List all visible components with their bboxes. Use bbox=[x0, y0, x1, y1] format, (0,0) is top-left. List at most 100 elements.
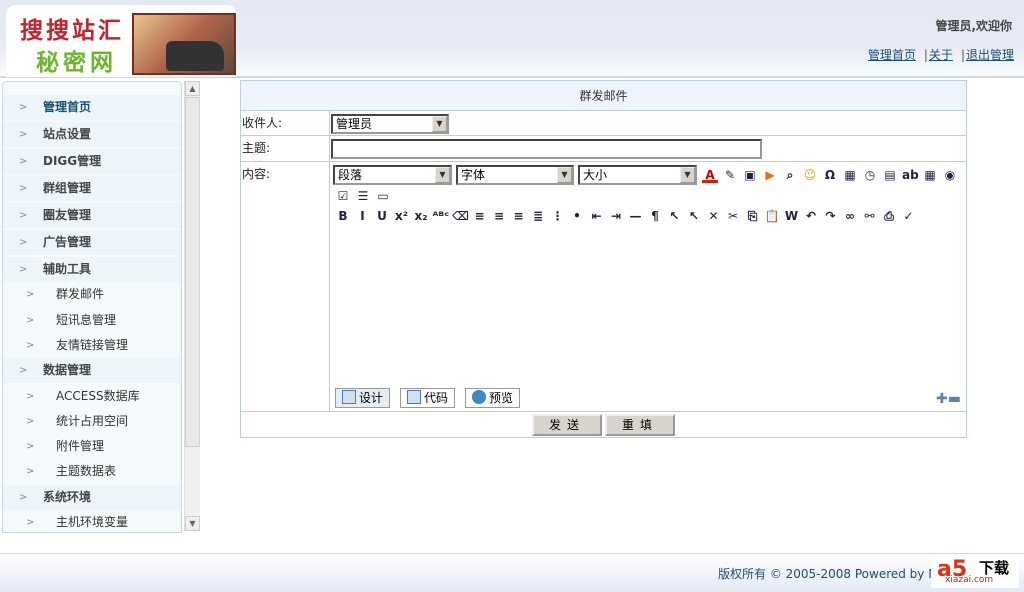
paste-word-icon[interactable]: W bbox=[784, 208, 800, 224]
sidebar-item[interactable]: > 主题数据表 bbox=[3, 459, 181, 484]
special-char-icon[interactable]: Ω bbox=[822, 167, 838, 183]
clean-icon[interactable]: ✓ bbox=[901, 208, 917, 224]
sidebar-item[interactable]: > DIGG管理 bbox=[3, 149, 181, 174]
reset-button[interactable]: 重填 bbox=[605, 414, 675, 436]
sidebar-item[interactable]: > 短讯息管理 bbox=[3, 308, 181, 333]
sidebar-item[interactable]: > 管理首页 bbox=[3, 95, 181, 120]
sidebar-scrollbar[interactable]: ▲ ▼ bbox=[184, 81, 200, 531]
sidebar-item[interactable]: > 圈友管理 bbox=[3, 203, 181, 228]
tab-code[interactable]: 代码 bbox=[400, 388, 456, 408]
undo-icon[interactable]: ↶ bbox=[803, 208, 819, 224]
sidebar-item[interactable]: > ACCESS数据库 bbox=[3, 384, 181, 409]
send-button[interactable]: 发送 bbox=[532, 414, 602, 436]
sidebar-item-label: 系统环境 bbox=[43, 489, 92, 504]
link-admin-home[interactable]: 管理首页 bbox=[868, 48, 916, 62]
format-select[interactable]: 段落 ▼ bbox=[333, 165, 452, 185]
sidebar-item[interactable]: > 群发邮件 bbox=[3, 282, 181, 307]
content-label: 内容: bbox=[242, 167, 271, 181]
sidebar-item[interactable]: > 辅助工具 bbox=[3, 257, 181, 282]
find-icon[interactable]: ⌕ bbox=[782, 167, 798, 183]
scroll-thumb[interactable] bbox=[185, 97, 200, 447]
date-icon[interactable]: ▦ bbox=[842, 167, 858, 183]
eraser-icon[interactable]: ⌫ bbox=[452, 208, 469, 224]
sidebar-item-label: 附件管理 bbox=[56, 439, 105, 454]
delete-icon[interactable]: ✕ bbox=[706, 208, 722, 224]
ordered-list-icon[interactable]: ⋮ bbox=[550, 208, 566, 224]
button-icon[interactable]: ▭ bbox=[375, 188, 391, 204]
sidebar-item[interactable]: > 数据管理 bbox=[3, 358, 181, 384]
outdent-icon[interactable]: ⇤ bbox=[589, 208, 605, 224]
select-plus-icon[interactable]: ↖ bbox=[667, 208, 683, 224]
unlink-icon[interactable]: ⚯ bbox=[862, 208, 878, 224]
indent-icon[interactable]: ⇥ bbox=[608, 208, 624, 224]
font-select[interactable]: 字体 ▼ bbox=[456, 165, 574, 185]
select-minus-icon[interactable]: ↖ bbox=[686, 208, 702, 224]
sidebar-item-label: 圈友管理 bbox=[43, 208, 92, 222]
recipient-select[interactable]: 管理员 ▼ bbox=[331, 114, 449, 134]
paste-icon[interactable]: 📋 bbox=[764, 208, 780, 224]
chevron-right-icon: > bbox=[26, 289, 35, 301]
horizontal-rule-icon[interactable]: — bbox=[628, 208, 644, 224]
tab-preview[interactable]: 预览 bbox=[465, 388, 521, 408]
chevron-right-icon: > bbox=[19, 156, 28, 167]
copy-icon[interactable]: ⎘ bbox=[745, 208, 761, 224]
time-icon[interactable]: ◷ bbox=[862, 167, 878, 183]
sidebar-item-label: 群发邮件 bbox=[56, 287, 105, 302]
unordered-list-icon[interactable]: • bbox=[569, 208, 585, 224]
link-icon[interactable]: ∞ bbox=[842, 208, 858, 224]
print-icon[interactable]: ⎙ bbox=[881, 208, 897, 224]
checkbox-icon[interactable]: ☑ bbox=[335, 188, 351, 204]
tab-design[interactable]: 设计 bbox=[335, 388, 391, 408]
sidebar-item-label: 群组管理 bbox=[43, 181, 92, 195]
font-color-icon[interactable]: A bbox=[702, 167, 718, 183]
align-left-icon[interactable]: ≡ bbox=[472, 208, 488, 224]
media-icon[interactable]: ▶ bbox=[762, 167, 778, 183]
site-logo[interactable]: 搜搜站汇 秘密网 bbox=[6, 5, 237, 77]
editor-mode-tabs: 设计 代码 预览 bbox=[335, 388, 535, 408]
scroll-up-button[interactable]: ▲ bbox=[185, 81, 200, 96]
chevron-down-icon: ▼ bbox=[557, 167, 572, 183]
scroll-down-button[interactable]: ▼ bbox=[185, 516, 200, 531]
sidebar-item[interactable]: > 站点设置 bbox=[3, 122, 181, 147]
textfield-icon[interactable]: ab bbox=[902, 167, 919, 183]
link-logout[interactable]: 退出管理 bbox=[966, 48, 1014, 62]
welcome-text: 管理员,欢迎你 bbox=[935, 19, 1012, 33]
sidebar-item[interactable]: > 广告管理 bbox=[3, 230, 181, 255]
size-value: 大小 bbox=[583, 168, 608, 182]
chevron-right-icon: > bbox=[26, 314, 35, 326]
table-icon[interactable]: ▦ bbox=[922, 167, 938, 183]
italic-icon[interactable]: I bbox=[355, 208, 371, 224]
sidebar-item[interactable]: > 群组管理 bbox=[3, 176, 181, 201]
spellcheck-icon[interactable]: ᴬᴮᶜ bbox=[433, 208, 450, 224]
underline-icon[interactable]: U bbox=[374, 208, 390, 224]
expand-plus-icon[interactable]: ✚ bbox=[936, 391, 948, 407]
sidebar-item[interactable]: > 系统环境 bbox=[3, 484, 181, 510]
align-center-icon[interactable]: ≡ bbox=[491, 208, 507, 224]
superscript-icon[interactable]: x² bbox=[394, 208, 410, 224]
select-list-icon[interactable]: ☰ bbox=[355, 188, 371, 204]
align-right-icon[interactable]: ≡ bbox=[511, 208, 527, 224]
link-about[interactable]: 关于 bbox=[929, 48, 953, 62]
sidebar-item[interactable]: > 统计占用空间 bbox=[3, 409, 181, 434]
justify-icon[interactable]: ≣ bbox=[530, 208, 546, 224]
sidebar-item[interactable]: > 主机环境变量 bbox=[3, 510, 181, 532]
smiley-icon[interactable]: ☺ bbox=[802, 167, 818, 183]
sidebar-item[interactable]: > 附件管理 bbox=[3, 434, 181, 459]
subject-input[interactable] bbox=[331, 139, 762, 159]
image-icon[interactable]: ▣ bbox=[742, 167, 758, 183]
subscript-icon[interactable]: x₂ bbox=[413, 208, 429, 224]
size-select[interactable]: 大小 ▼ bbox=[578, 165, 697, 185]
redo-icon[interactable]: ↷ bbox=[823, 208, 839, 224]
cut-icon[interactable]: ✂ bbox=[725, 208, 741, 224]
bold-icon[interactable]: B bbox=[335, 208, 351, 224]
chevron-down-icon: ▼ bbox=[680, 167, 695, 183]
paragraph-icon[interactable]: ¶ bbox=[647, 208, 663, 224]
badge-site: xiazai.com bbox=[945, 575, 994, 585]
sidebar-item[interactable]: > 友情链接管理 bbox=[3, 333, 181, 358]
chevron-right-icon: > bbox=[19, 183, 28, 194]
camcorder-icon bbox=[166, 41, 224, 71]
highlight-icon[interactable]: ✎ bbox=[722, 167, 738, 183]
template-icon[interactable]: ▤ bbox=[882, 167, 898, 183]
shrink-minus-icon[interactable]: ▬ bbox=[948, 391, 961, 407]
radio-icon[interactable]: ◉ bbox=[942, 167, 958, 183]
